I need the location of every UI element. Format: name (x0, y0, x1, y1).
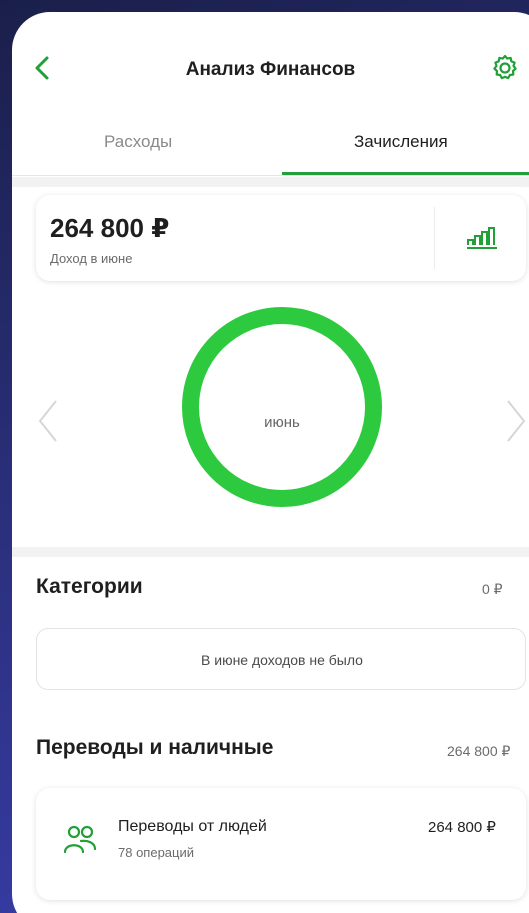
transfers-title: Переводы и наличные (36, 736, 274, 759)
previous-month-button[interactable] (34, 397, 62, 445)
top-bar: Анализ Финансов (12, 12, 529, 127)
section-divider (12, 547, 529, 557)
tab-expenses[interactable]: Расходы (104, 132, 172, 152)
people-icon (63, 825, 97, 854)
income-summary-card: 264 800 ₽ Доход в июне (36, 195, 526, 281)
transfer-subtitle: 78 операций (118, 845, 195, 860)
tab-bar: Расходы Зачисления (12, 122, 529, 176)
transfer-amount: 264 800 ₽ (428, 819, 496, 836)
categories-amount: 0 ₽ (482, 581, 503, 597)
app-screen: Анализ Финансов Расходы Зачисления 264 8… (12, 12, 529, 913)
income-chart-area: июнь (12, 297, 529, 547)
card-divider (434, 207, 435, 269)
income-donut-chart (182, 307, 382, 507)
categories-empty-state: В июне доходов не было (36, 628, 526, 690)
active-tab-indicator (282, 172, 529, 175)
bar-chart-icon (467, 227, 497, 249)
categories-title: Категории (36, 575, 143, 598)
next-month-button[interactable] (502, 397, 529, 445)
tab-income[interactable]: Зачисления (354, 132, 448, 152)
donut-month-label: июнь (264, 414, 300, 431)
settings-button[interactable] (490, 53, 520, 83)
income-label: Доход в июне (50, 251, 133, 266)
empty-state-text: В июне доходов не было (201, 652, 363, 668)
section-divider (12, 177, 529, 187)
gear-icon (493, 54, 517, 80)
chart-toggle-button[interactable] (466, 225, 500, 251)
list-item[interactable]: Переводы от людей 78 операций 264 800 ₽ (36, 788, 526, 900)
chevron-right-icon (507, 400, 526, 442)
transfers-amount: 264 800 ₽ (447, 743, 511, 759)
transfer-title: Переводы от людей (118, 818, 267, 835)
chevron-left-icon (38, 400, 57, 442)
income-amount: 264 800 ₽ (50, 213, 170, 243)
page-title: Анализ Финансов (185, 59, 356, 80)
